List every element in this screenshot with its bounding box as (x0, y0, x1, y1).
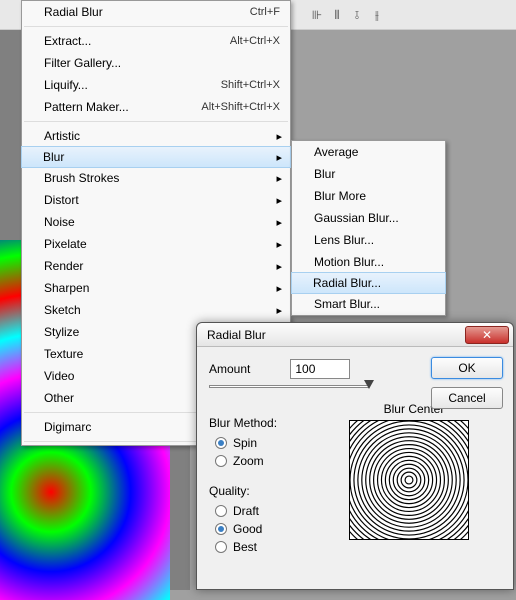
radio-label: Draft (233, 504, 259, 518)
menu-label: Pattern Maker... (44, 100, 129, 114)
menu-separator (24, 121, 288, 122)
radio-best[interactable]: Best (209, 538, 329, 556)
menu-label: Stylize (44, 325, 79, 339)
menu-label: Blur (43, 150, 64, 164)
amount-label: Amount (209, 362, 250, 376)
radio-icon (215, 505, 227, 517)
ok-button[interactable]: OK (431, 357, 503, 379)
menu-item-artistic[interactable]: Artistic (22, 125, 290, 147)
menu-shortcut: Shift+Ctrl+X (221, 79, 280, 91)
submenu-item-radial-blur[interactable]: Radial Blur... (291, 272, 446, 294)
blur-center-preview[interactable] (349, 420, 469, 540)
menu-label: Motion Blur... (314, 255, 384, 269)
radio-spin[interactable]: Spin (209, 434, 329, 452)
align-icon[interactable]: ⫴ (328, 6, 346, 24)
menu-label: Radial Blur... (313, 276, 381, 290)
menu-label: Sharpen (44, 281, 89, 295)
menu-label: Sketch (44, 303, 81, 317)
menu-item-brush-strokes[interactable]: Brush Strokes (22, 167, 290, 189)
submenu-item-blur[interactable]: Blur (292, 163, 445, 185)
menu-item-filter-gallery[interactable]: Filter Gallery... (22, 52, 290, 74)
submenu-item-gaussian-blur[interactable]: Gaussian Blur... (292, 207, 445, 229)
menu-item-render[interactable]: Render (22, 255, 290, 277)
menu-label: Pixelate (44, 237, 87, 251)
menu-label: Digimarc (44, 420, 91, 434)
slider-thumb[interactable] (364, 380, 374, 389)
amount-slider[interactable] (209, 385, 369, 388)
menu-item-sketch[interactable]: Sketch (22, 299, 290, 321)
quality-label: Quality: (209, 484, 329, 498)
submenu-item-average[interactable]: Average (292, 141, 445, 163)
menu-item-noise[interactable]: Noise (22, 211, 290, 233)
radial-blur-dialog: Radial Blur ✕ Amount Blur Method: Spin (196, 322, 514, 590)
menu-label: Blur (314, 167, 335, 181)
radio-label: Good (233, 522, 262, 536)
blur-submenu: Average Blur Blur More Gaussian Blur... … (291, 140, 446, 316)
menu-item-liquify[interactable]: Liquify... Shift+Ctrl+X (22, 74, 290, 96)
menu-label: Blur More (314, 189, 366, 203)
menu-label: Artistic (44, 129, 80, 143)
menu-label: Distort (44, 193, 79, 207)
amount-input[interactable] (290, 359, 350, 379)
toolbar-align-icons: ⊪ ⫴ ⫱ ⫲ (308, 6, 386, 24)
close-icon: ✕ (482, 328, 492, 342)
align-icon[interactable]: ⊪ (308, 6, 326, 24)
menu-label: Extract... (44, 34, 91, 48)
dialog-titlebar[interactable]: Radial Blur ✕ (197, 323, 513, 347)
radio-label: Best (233, 540, 257, 554)
blur-method-label: Blur Method: (209, 416, 329, 430)
menu-label: Smart Blur... (314, 297, 380, 311)
menu-separator (24, 26, 288, 27)
menu-label: Brush Strokes (44, 171, 119, 185)
radio-label: Spin (233, 436, 257, 450)
menu-label: Video (44, 369, 74, 383)
submenu-item-smart-blur[interactable]: Smart Blur... (292, 293, 445, 315)
align-icon[interactable]: ⫲ (368, 6, 386, 24)
menu-label: Average (314, 145, 358, 159)
cancel-button[interactable]: Cancel (431, 387, 503, 409)
close-button[interactable]: ✕ (465, 326, 509, 344)
menu-item-pixelate[interactable]: Pixelate (22, 233, 290, 255)
submenu-item-motion-blur[interactable]: Motion Blur... (292, 251, 445, 273)
menu-label: Filter Gallery... (44, 56, 121, 70)
menu-item-pattern-maker[interactable]: Pattern Maker... Alt+Shift+Ctrl+X (22, 96, 290, 118)
menu-shortcut: Ctrl+F (250, 6, 280, 18)
menu-item-sharpen[interactable]: Sharpen (22, 277, 290, 299)
radio-icon (215, 523, 227, 535)
menu-shortcut: Alt+Shift+Ctrl+X (201, 101, 280, 113)
menu-label: Gaussian Blur... (314, 211, 399, 225)
menu-label: Texture (44, 347, 83, 361)
radio-draft[interactable]: Draft (209, 502, 329, 520)
radio-icon (215, 541, 227, 553)
radio-icon (215, 455, 227, 467)
menu-label: Lens Blur... (314, 233, 374, 247)
menu-item-blur[interactable]: Blur (21, 146, 291, 168)
submenu-item-lens-blur[interactable]: Lens Blur... (292, 229, 445, 251)
menu-shortcut: Alt+Ctrl+X (230, 35, 280, 47)
radio-zoom[interactable]: Zoom (209, 452, 329, 470)
submenu-item-blur-more[interactable]: Blur More (292, 185, 445, 207)
menu-item-last-filter[interactable]: Radial Blur Ctrl+F (22, 1, 290, 23)
menu-label: Other (44, 391, 74, 405)
menu-label: Noise (44, 215, 75, 229)
menu-item-distort[interactable]: Distort (22, 189, 290, 211)
menu-label: Liquify... (44, 78, 88, 92)
dialog-title: Radial Blur (207, 328, 266, 342)
menu-label: Render (44, 259, 83, 273)
align-icon[interactable]: ⫱ (348, 6, 366, 24)
radio-label: Zoom (233, 454, 264, 468)
spin-preview-icon (350, 420, 468, 540)
radio-good[interactable]: Good (209, 520, 329, 538)
menu-item-extract[interactable]: Extract... Alt+Ctrl+X (22, 30, 290, 52)
radio-icon (215, 437, 227, 449)
menu-label: Radial Blur (44, 5, 103, 19)
